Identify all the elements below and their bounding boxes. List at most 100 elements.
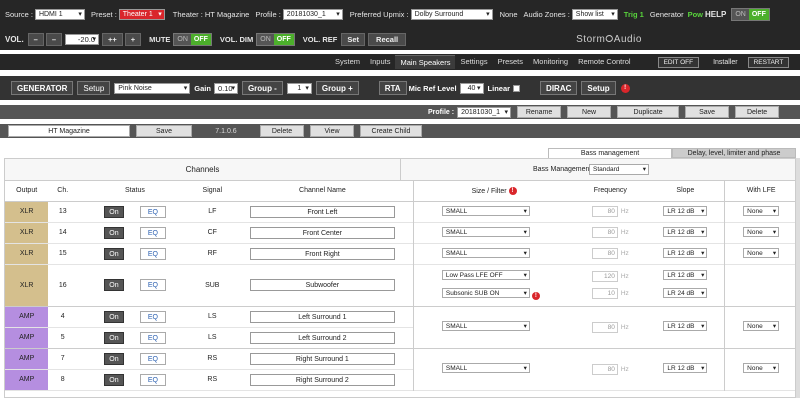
channel-name-input[interactable]: Right Surround 2 bbox=[249, 373, 395, 386]
vol-up-fast-button[interactable]: ++ bbox=[102, 32, 123, 46]
rta-button[interactable]: RTA bbox=[378, 81, 407, 95]
vol-up-button[interactable]: + bbox=[124, 32, 142, 46]
tab-main-speakers[interactable]: Main Speakers bbox=[395, 55, 456, 69]
gain-input[interactable]: 0.10 bbox=[213, 82, 238, 94]
channel-name-input[interactable]: Front Right bbox=[249, 247, 395, 260]
tab-bass-management[interactable]: Bass management bbox=[548, 148, 672, 158]
table-scrollbar[interactable] bbox=[796, 158, 800, 398]
profile-new-button[interactable]: New bbox=[567, 106, 612, 118]
channel-name-input[interactable]: Right Surround 1 bbox=[249, 352, 395, 365]
subsonic-select[interactable]: Subsonic SUB ON bbox=[441, 287, 530, 298]
frequency-input-2[interactable]: 10 bbox=[591, 288, 618, 299]
with-lfe-select[interactable]: None bbox=[743, 226, 780, 237]
restart-button[interactable]: RESTART bbox=[747, 56, 790, 68]
dirac-setup-button[interactable]: Setup bbox=[581, 81, 616, 95]
channel-on-button[interactable]: On bbox=[103, 247, 124, 260]
dim-on[interactable]: ON bbox=[257, 33, 274, 45]
edit-off-button[interactable]: EDIT OFF bbox=[657, 56, 700, 68]
frequency-input[interactable]: 80 bbox=[591, 321, 618, 333]
channel-eq-button[interactable]: EQ bbox=[139, 226, 166, 239]
channel-on-button[interactable]: On bbox=[103, 352, 124, 365]
group-minus-button[interactable]: Group - bbox=[241, 81, 283, 95]
tab-remote-control[interactable]: Remote Control bbox=[573, 55, 636, 69]
with-lfe-select[interactable]: None bbox=[743, 363, 780, 373]
tab-monitoring[interactable]: Monitoring bbox=[528, 55, 573, 69]
slope-select[interactable]: LR 12 dB bbox=[663, 205, 708, 216]
channel-on-button[interactable]: On bbox=[103, 331, 124, 344]
vol-down-button[interactable]: – bbox=[45, 32, 63, 46]
help-on[interactable]: ON bbox=[732, 8, 749, 20]
frequency-input[interactable]: 80 bbox=[591, 227, 618, 238]
profile-select[interactable]: 20181030_1 bbox=[282, 8, 343, 20]
theater-name-input[interactable]: HT Magazine bbox=[8, 125, 130, 137]
installer-link[interactable]: Installer bbox=[713, 59, 738, 66]
channel-name-input[interactable]: Left Surround 1 bbox=[249, 310, 395, 323]
profile-row-select[interactable]: 20181030_1 bbox=[457, 106, 512, 118]
with-lfe-select[interactable]: None bbox=[743, 205, 780, 216]
help-toggle[interactable]: ON OFF bbox=[731, 7, 770, 21]
bass-mgmt-select[interactable]: Standard bbox=[589, 164, 649, 175]
tab-settings[interactable]: Settings bbox=[455, 55, 492, 69]
mute-off[interactable]: OFF bbox=[190, 33, 211, 45]
frequency-input[interactable]: 80 bbox=[591, 206, 618, 217]
slope-select-2[interactable]: LR 24 dB bbox=[663, 288, 708, 298]
slope-select[interactable]: LR 12 dB bbox=[663, 363, 708, 373]
group-plus-button[interactable]: Group + bbox=[315, 81, 359, 95]
channel-name-input[interactable]: Left Surround 2 bbox=[249, 331, 395, 344]
vol-down-fast-button[interactable]: – bbox=[27, 32, 44, 46]
profile-delete-button[interactable]: Delete bbox=[735, 106, 780, 118]
with-lfe-select[interactable]: None bbox=[743, 247, 780, 258]
channel-on-button[interactable]: On bbox=[103, 205, 124, 218]
channel-on-button[interactable]: On bbox=[103, 310, 124, 323]
create-child-button[interactable]: Create Child bbox=[360, 125, 422, 137]
channel-eq-button[interactable]: EQ bbox=[139, 205, 166, 218]
channel-eq-button[interactable]: EQ bbox=[139, 310, 166, 323]
slope-select[interactable]: LR 12 dB bbox=[663, 226, 708, 237]
channel-eq-button[interactable]: EQ bbox=[139, 331, 166, 344]
with-lfe-select[interactable]: None bbox=[743, 321, 780, 331]
tab-system[interactable]: System bbox=[330, 55, 365, 69]
group-input[interactable]: 1 bbox=[286, 82, 312, 94]
size-select[interactable]: SMALL bbox=[441, 247, 530, 258]
tab-presets[interactable]: Presets bbox=[493, 55, 528, 69]
volume-input[interactable]: -20.0 bbox=[65, 33, 100, 45]
slope-select[interactable]: LR 12 dB bbox=[663, 247, 708, 258]
preset-select[interactable]: Theater 1 bbox=[118, 8, 165, 20]
tab-delay-level[interactable]: Delay, level, limiter and phase bbox=[672, 148, 796, 158]
profile-duplicate-button[interactable]: Duplicate bbox=[617, 106, 680, 118]
vol-ref-recall-button[interactable]: Recall bbox=[368, 32, 407, 46]
channel-on-button[interactable]: On bbox=[103, 279, 124, 291]
channel-name-input[interactable]: Subwoofer bbox=[249, 279, 395, 291]
theater-view-button[interactable]: View bbox=[310, 125, 354, 137]
channel-eq-button[interactable]: EQ bbox=[139, 279, 166, 291]
vol-ref-set-button[interactable]: Set bbox=[341, 32, 366, 46]
generator-button[interactable]: GENERATOR bbox=[11, 81, 74, 95]
channel-name-input[interactable]: Front Left bbox=[249, 205, 395, 218]
profile-save-button[interactable]: Save bbox=[685, 106, 730, 118]
theater-save-button[interactable]: Save bbox=[136, 125, 192, 137]
size-select[interactable]: SMALL bbox=[441, 363, 530, 373]
theater-delete-button[interactable]: Delete bbox=[260, 125, 304, 137]
tab-inputs[interactable]: Inputs bbox=[365, 55, 395, 69]
size-select[interactable]: SMALL bbox=[441, 205, 530, 216]
channel-name-input[interactable]: Front Center bbox=[249, 226, 395, 239]
mute-on[interactable]: ON bbox=[174, 33, 191, 45]
noise-select[interactable]: Pink Noise bbox=[114, 82, 191, 94]
channel-eq-button[interactable]: EQ bbox=[139, 247, 166, 260]
channel-on-button[interactable]: On bbox=[103, 373, 124, 386]
vol-dim-toggle[interactable]: ON OFF bbox=[256, 32, 295, 46]
source-select[interactable]: HDMI 1 bbox=[34, 8, 85, 20]
size-select[interactable]: SMALL bbox=[441, 321, 530, 331]
slope-select[interactable]: LR 12 dB bbox=[663, 321, 708, 331]
dirac-button[interactable]: DIRAC bbox=[540, 81, 578, 95]
channel-eq-button[interactable]: EQ bbox=[139, 352, 166, 365]
channel-on-button[interactable]: On bbox=[103, 226, 124, 239]
linear-checkbox[interactable] bbox=[513, 84, 521, 92]
frequency-input[interactable]: 80 bbox=[591, 248, 618, 259]
slope-select[interactable]: LR 12 dB bbox=[663, 270, 708, 280]
lowpass-select[interactable]: Low Pass LFE OFF bbox=[441, 269, 530, 280]
profile-rename-button[interactable]: Rename bbox=[517, 106, 562, 118]
size-select[interactable]: SMALL bbox=[441, 226, 530, 237]
mute-toggle[interactable]: ON OFF bbox=[173, 32, 212, 46]
generator-setup-button[interactable]: Setup bbox=[77, 81, 111, 95]
